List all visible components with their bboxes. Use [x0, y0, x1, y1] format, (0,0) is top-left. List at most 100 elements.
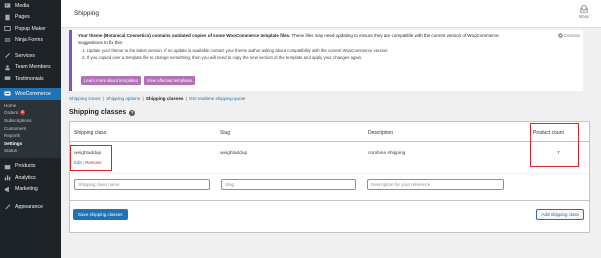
slug-input[interactable]	[221, 179, 356, 190]
row-action-separator: |	[82, 160, 84, 165]
sidebar-item-analytics[interactable]: Analytics	[0, 172, 61, 184]
notice-buttons: Learn more about templates View affected…	[81, 76, 196, 85]
table-footer-divider	[70, 200, 589, 201]
learn-templates-button[interactable]: Learn more about templates	[81, 76, 141, 85]
team-icon	[4, 64, 11, 71]
cell-product-count[interactable]: 7	[557, 151, 560, 156]
submenu-label: Orders	[4, 110, 19, 116]
description-input[interactable]	[367, 179, 504, 190]
inbox-button[interactable]: Inbox	[577, 5, 591, 19]
sidebar-item-popup-maker[interactable]: Popup Maker	[0, 23, 61, 35]
submenu-item-subscriptions[interactable]: Subscriptions	[0, 117, 61, 125]
orders-count-badge: 3	[20, 110, 26, 116]
dismiss-link[interactable]: Dismiss	[558, 33, 580, 38]
row-divider	[70, 173, 589, 174]
sidebar-item-appearance[interactable]: Appearance	[0, 201, 61, 213]
sidebar-item-label: Services	[15, 52, 35, 59]
subnav-realtime-quote[interactable]: ESI realtime shipping quote	[189, 96, 245, 101]
sidebar-item-label: Analytics	[15, 174, 36, 181]
page-header: Shipping Inbox	[61, 0, 601, 28]
section-heading-text: Shipping classes	[69, 109, 127, 116]
submenu-label: Status	[4, 148, 18, 154]
forms-icon	[4, 37, 11, 44]
sidebar-item-label: Appearance	[15, 203, 43, 210]
sidebar-item-label: WooCommerce	[15, 90, 51, 97]
sidebar-item-label: Pages	[15, 14, 30, 21]
pages-icon	[4, 14, 11, 21]
appearance-icon	[4, 203, 11, 210]
view-templates-button[interactable]: View affected templates	[143, 76, 196, 85]
section-heading: Shipping classes ?	[69, 109, 136, 116]
submenu-label: Customers	[4, 125, 27, 131]
subnav-shipping-options[interactable]: Shipping options	[106, 96, 140, 101]
save-shipping-classes-button[interactable]: Save shipping classes	[73, 209, 128, 220]
sidebar-item-label: Testimonials	[15, 75, 44, 82]
column-header-slug: Slug	[220, 130, 231, 136]
cell-slug: weightaddup	[220, 151, 248, 156]
row-actions: Edit | Remove	[74, 160, 102, 165]
help-icon[interactable]: ?	[129, 109, 136, 116]
sidebar-item-media[interactable]: Media	[0, 0, 61, 12]
sidebar-item-marketing[interactable]: Marketing	[0, 184, 61, 196]
subnav-separator: |	[185, 96, 187, 101]
shipping-subnav: Shipping zones | Shipping options | Ship…	[69, 96, 245, 101]
submenu-item-settings[interactable]: Settings	[0, 139, 61, 147]
shipping-class-name-input[interactable]	[74, 179, 210, 190]
submenu-item-home[interactable]: Home	[0, 102, 61, 110]
column-header-class: Shipping class	[74, 130, 107, 136]
sidebar-item-label: Media	[15, 2, 30, 9]
sidebar-item-label: Marketing	[15, 186, 38, 193]
analytics-icon	[4, 174, 11, 181]
submenu-item-reports[interactable]: Reports	[0, 132, 61, 140]
cell-class-name: weightaddup	[74, 151, 102, 156]
sidebar-item-testimonials[interactable]: Testimonials	[0, 73, 61, 85]
cell-description: combine shipping	[368, 151, 406, 156]
subnav-shipping-zones[interactable]: Shipping zones	[69, 96, 100, 101]
sidebar-bottom-items: Products Analytics Marketing Appearance	[0, 161, 61, 213]
page-title: Shipping	[74, 10, 99, 17]
notice-step: 1. Update your theme to the latest versi…	[82, 48, 389, 54]
edit-link[interactable]: Edit	[74, 160, 82, 165]
subnav-separator: |	[102, 96, 104, 101]
inbox-icon	[580, 5, 588, 13]
template-notice: Your theme (Botanical Cosmetics) contain…	[69, 30, 583, 91]
column-header-description: Description	[368, 130, 394, 136]
inbox-label: Inbox	[578, 14, 590, 19]
sidebar-item-pages[interactable]: Pages	[0, 12, 61, 24]
products-icon	[4, 163, 11, 170]
subnav-separator: |	[142, 96, 144, 101]
sidebar-item-label: Ninja Forms	[15, 37, 43, 44]
marketing-icon	[4, 186, 11, 193]
table-header: Shipping class Slug Description Product …	[70, 122, 589, 142]
popup-icon	[4, 25, 11, 32]
notice-bold-text: Your theme (Botanical Cosmetics) contain…	[78, 33, 291, 38]
submenu-label: Reports	[4, 133, 21, 139]
notice-message: Your theme (Botanical Cosmetics) contain…	[78, 33, 577, 46]
notice-steps: 1. Update your theme to the latest versi…	[78, 48, 577, 61]
subnav-shipping-classes[interactable]: Shipping classes	[146, 96, 184, 101]
submenu-label: Home	[4, 102, 17, 108]
sidebar-item-products[interactable]: Products	[0, 161, 61, 173]
sidebar-item-services[interactable]: Services	[0, 50, 61, 62]
submenu-item-customers[interactable]: Customers	[0, 124, 61, 132]
services-icon	[4, 52, 11, 59]
testimonials-icon	[4, 75, 11, 82]
sidebar-item-team-members[interactable]: Team Members	[0, 62, 61, 74]
dismiss-icon	[558, 33, 563, 38]
admin-sidebar: Media Pages Popup Maker Ninja Forms Serv…	[0, 0, 61, 258]
notice-step: 2. If you copied over a template file to…	[82, 54, 363, 60]
sidebar-item-woocommerce[interactable]: WooCommerce	[0, 87, 61, 100]
sidebar-item-ninja-forms[interactable]: Ninja Forms	[0, 35, 61, 47]
remove-link[interactable]: Remove	[85, 160, 101, 165]
column-header-product-count: Product count	[533, 130, 564, 136]
submenu-item-orders[interactable]: Orders 3	[0, 109, 61, 117]
submenu-item-status[interactable]: Status	[0, 147, 61, 155]
submenu-label: Settings	[4, 140, 23, 146]
sidebar-item-label: Team Members	[15, 64, 51, 71]
media-icon	[4, 2, 11, 9]
sidebar-top-items: Media Pages Popup Maker Ninja Forms Serv…	[0, 0, 61, 85]
add-shipping-class-button[interactable]: Add shipping class	[536, 209, 584, 220]
sidebar-item-label: Popup Maker	[15, 25, 46, 32]
dismiss-label: Dismiss	[564, 33, 580, 38]
submenu-label: Subscriptions	[4, 117, 32, 123]
